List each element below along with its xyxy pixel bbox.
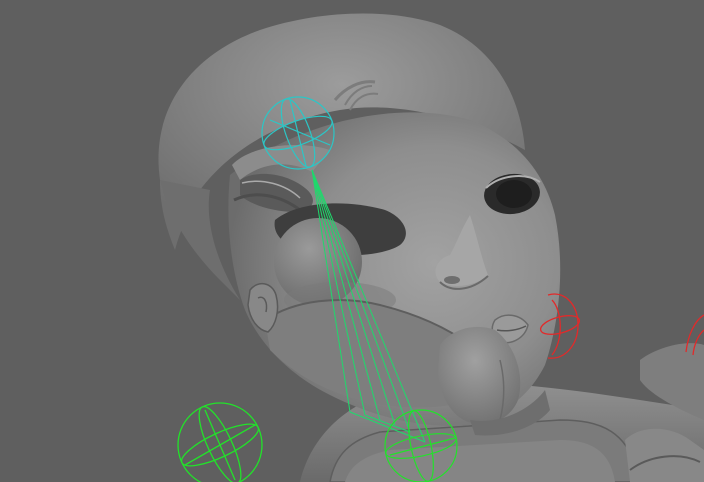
viewport-canvas[interactable] xyxy=(0,0,704,482)
body-joint-control[interactable] xyxy=(177,402,263,482)
3d-viewport[interactable] xyxy=(0,0,704,482)
head-mesh[interactable] xyxy=(158,13,561,436)
